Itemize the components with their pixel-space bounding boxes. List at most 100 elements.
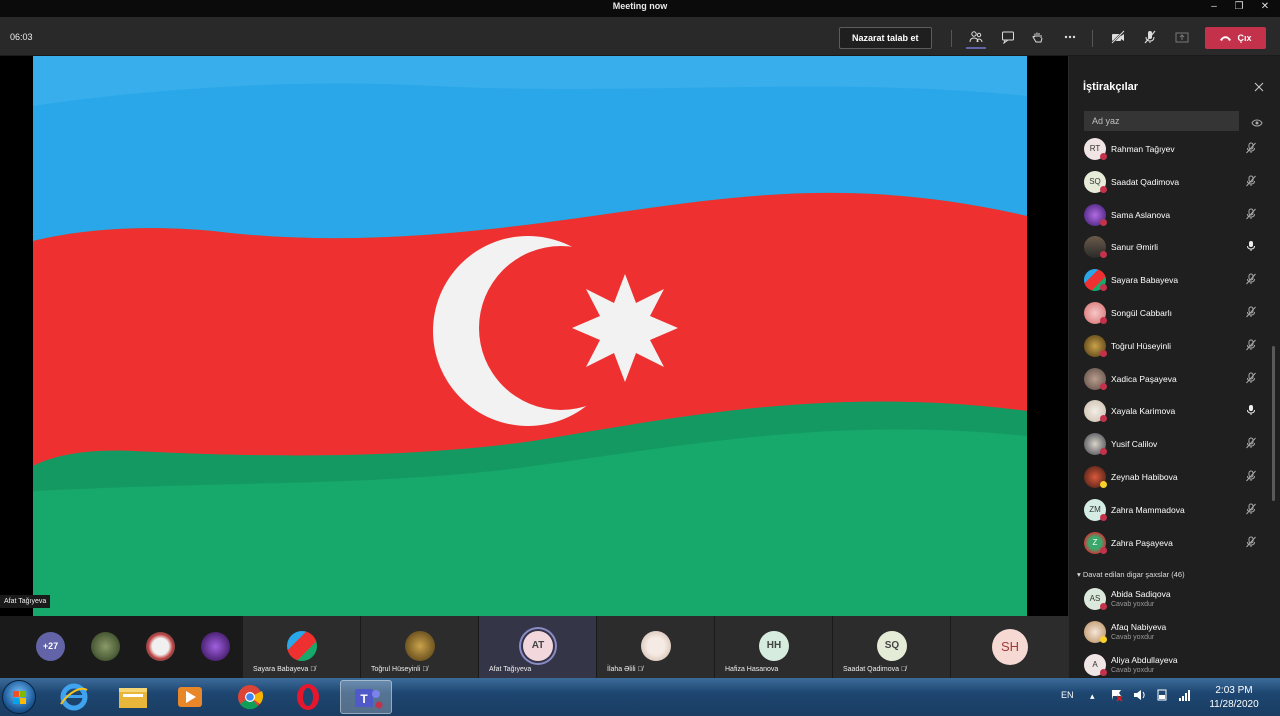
tile-name: Sayara Babayeva 🎙̸ [253,666,316,673]
start-button[interactable] [2,680,36,714]
camera-off-icon[interactable] [1108,27,1128,49]
participant-row[interactable]: Toğrul Hüseyinli [1069,334,1269,368]
search-input[interactable] [1084,111,1239,131]
mic-off-icon [1245,371,1257,389]
participant-row[interactable]: Xadica Paşayeva [1069,367,1269,401]
video-tile[interactable]: Toğrul Hüseyinli 🎙̸ [361,616,478,678]
participant-row[interactable]: Yusif Calilov [1069,433,1269,466]
invited-row[interactable]: AS Abida Sadiqova Cavab yoxdur [1069,588,1269,621]
svg-text:T: T [360,692,368,706]
participant-row[interactable]: Xayala Karimova [1069,400,1269,433]
leave-label: Çıx [1237,33,1252,43]
overflow-count[interactable]: +27 [36,632,65,661]
volume-icon[interactable] [1133,688,1147,704]
minimize-button[interactable]: – [1202,0,1226,17]
action-center-icon[interactable] [1110,688,1124,704]
avatar[interactable] [201,632,230,661]
status-dot [1100,415,1107,423]
video-tile[interactable]: SH [951,616,1068,678]
participant-row[interactable]: Zeynab Habibova [1069,465,1269,499]
panel-scrollbar[interactable] [1272,346,1275,501]
participant-row[interactable]: Z Zahra Paşayeva [1069,531,1269,565]
avatar [641,631,671,661]
more-icon[interactable] [1060,27,1080,49]
video-tile[interactable]: HH Hafiza Hasanova [715,616,832,678]
tile-name: Afat Tağıyeva [489,666,532,673]
mic-off-icon: 🎙̸ [637,666,643,673]
people-icon[interactable] [966,27,986,49]
ie-icon[interactable] [48,680,100,714]
language-indicator[interactable]: EN [1061,690,1074,700]
share-icon[interactable] [1172,27,1192,49]
mic-off-icon [1245,338,1257,356]
show-hidden-icons[interactable]: ▴ [1090,691,1095,702]
participant-name: Xadica Paşayeva [1111,373,1177,384]
chat-icon[interactable] [998,27,1018,49]
mic-on-icon [1245,239,1257,257]
video-tile[interactable]: SQ Saadat Qadimova 🎙̸ [833,616,950,678]
mic-off-icon [1245,502,1257,520]
invited-status: Cavab yoxdur [1111,601,1155,608]
tile-name: Toğrul Hüseyinli 🎙̸ [371,666,428,673]
mic-on-icon [1245,403,1257,421]
mic-off-icon [1245,141,1257,159]
network-icon[interactable] [1178,688,1192,704]
mic-off-icon [1245,174,1257,192]
status-dot [1100,669,1107,676]
invited-row[interactable]: Afaq Nabiyeva Cavab yoxdur [1069,621,1269,654]
media-player-icon[interactable] [164,680,216,714]
participant-row[interactable]: Sanur Əmirli [1069,236,1269,269]
invited-section-header[interactable]: ▾ Davat edilan digar şaxslar (46) [1077,570,1185,579]
invited-status: Cavab yoxdur [1111,634,1155,641]
avatar[interactable] [91,632,120,661]
video-tile[interactable]: Sayara Babayeva 🎙̸ [243,616,360,678]
participant-name: Zahra Mammadova [1111,504,1185,515]
raise-hand-icon[interactable] [1028,27,1048,49]
close-window-button[interactable]: ✕ [1253,0,1277,17]
close-icon[interactable] [1252,80,1266,94]
azerbaijan-flag-image [33,56,1027,616]
divider [1092,30,1093,47]
teams-window: Meeting now – ❐ ✕ 06:03 Nazarat talab et [0,0,1280,716]
invited-row[interactable]: A Aliya Abdullayeva Cavab yoxdur [1069,654,1269,678]
explorer-icon[interactable] [107,680,159,714]
participants-list: RT Rahman Tağıyev SQ Saadat Qadimova Sama … [1069,138,1269,564]
status-dot [1100,382,1107,390]
mic-off-icon[interactable] [1140,27,1160,49]
status-dot [1100,448,1107,456]
mic-off-icon: 🎙̸ [901,666,907,673]
power-icon[interactable] [1155,688,1169,704]
clock-date: 11/28/2020 [1209,699,1259,710]
leave-button[interactable]: Çıx [1205,27,1266,49]
status-dot [1100,603,1107,610]
divider [951,30,952,47]
clock[interactable]: 2:03 PM 11/28/2020 [1200,684,1268,712]
participant-row[interactable]: Sayara Babayeva [1069,269,1269,302]
avatar[interactable] [146,632,175,661]
teams-icon[interactable]: T [340,680,392,714]
mic-off-icon [1245,305,1257,323]
avatar [405,631,435,661]
participant-row[interactable]: Songül Cabbarlı [1069,301,1269,335]
participant-row[interactable]: Sama Aslanova [1069,203,1269,237]
opera-icon[interactable] [282,680,334,714]
participant-name: Rahman Tağıyev [1111,144,1175,154]
participant-row[interactable]: RT Rahman Tağıyev [1069,138,1269,171]
window-title: Meeting now [612,1,668,11]
participant-row[interactable]: ZM Zahra Mammadova [1069,498,1269,532]
restore-button[interactable]: ❐ [1227,0,1251,17]
participant-row[interactable]: SQ Saadat Qadimova [1069,170,1269,204]
video-tile[interactable]: İlaha Əlili 🎙̸ [597,616,714,678]
status-dot [1100,316,1107,324]
participant-name: Zahra Paşayeva [1111,537,1173,548]
status-dot [1100,546,1107,554]
request-control-button[interactable]: Nazarat talab et [839,27,932,49]
eye-icon[interactable] [1251,115,1263,133]
status-dot [1100,284,1107,292]
chrome-icon[interactable] [224,680,276,714]
status-dot [1100,185,1107,193]
participants-panel: İştirakçılar RTRahman Tağıyev SQSaadat Q… [1068,56,1280,678]
video-tile-active-speaker[interactable]: AT Afat Tağıyeva [479,616,596,678]
participant-name: Toğrul Hüseyinli [1111,340,1171,351]
mic-off-icon [1245,272,1257,290]
